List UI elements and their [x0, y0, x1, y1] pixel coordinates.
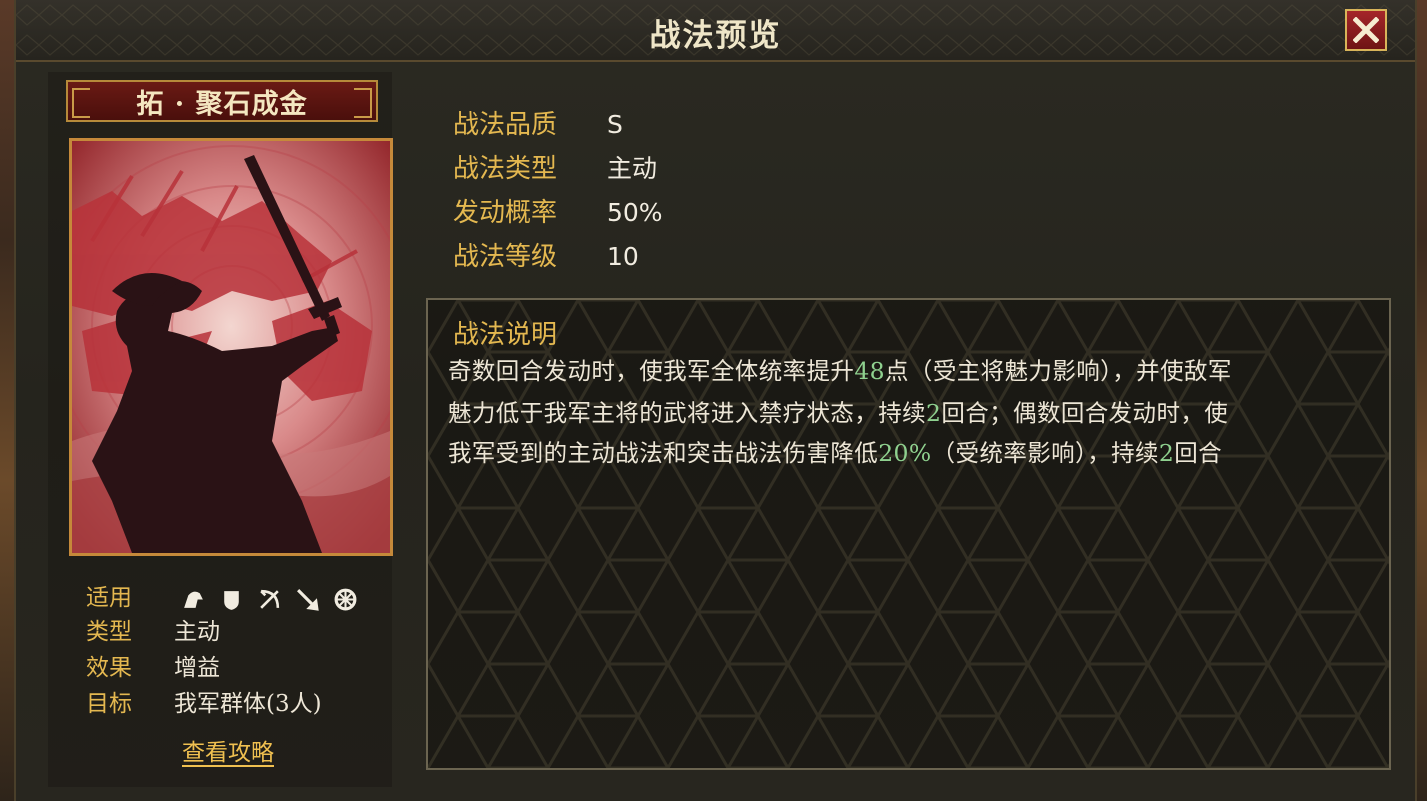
- description-text: 回合；偶数回合发动时，使: [941, 399, 1229, 427]
- skill-preview-dialog: 战法预览 拓 · 聚石成金 适用 类型 主动 效果 增益 目标 我军群体(3人)…: [14, 0, 1417, 801]
- archer-icon: [260, 589, 280, 609]
- dialog-title: 战法预览: [649, 18, 782, 54]
- spear-icon: [297, 588, 320, 611]
- info-row-target: 目标 我军群体(3人): [86, 684, 322, 717]
- description-text: 回合: [1174, 439, 1223, 467]
- description-title: 战法说明: [453, 320, 558, 350]
- stat-value: 10: [607, 242, 639, 271]
- info-row-type: 类型 主动: [86, 612, 220, 645]
- warrior-silhouette-illustration: [72, 141, 390, 553]
- info-value: 增益: [174, 655, 220, 681]
- description-highlight-value: 48: [854, 357, 886, 385]
- stat-row-trigger-rate: 发动概率 50%: [453, 192, 663, 228]
- skill-name-plate: 拓 · 聚石成金: [66, 80, 378, 122]
- stat-key: 发动概率: [453, 198, 558, 228]
- shield-icon: [224, 590, 240, 610]
- description-line: 奇数回合发动时，使我军全体统率提升48点（受主将魅力影响），并使敌军: [448, 352, 1232, 388]
- stat-row-quality: 战法品质 S: [453, 104, 623, 140]
- cavalry-icon: [184, 591, 204, 608]
- description-text: （受统率影响），持续: [931, 439, 1159, 467]
- troop-type-icons: [181, 587, 358, 612]
- description-line: 魅力低于我军主将的武将进入禁疗状态，持续2回合；偶数回合发动时，使: [448, 394, 1228, 430]
- description-text: 魅力低于我军主将的武将进入禁疗状态，持续: [448, 399, 926, 427]
- description-text: 奇数回合发动时，使我军全体统率提升: [448, 357, 855, 385]
- stat-key: 战法品质: [453, 110, 558, 140]
- close-button[interactable]: [1345, 9, 1387, 51]
- siege-icon: [334, 588, 357, 610]
- info-key: 目标: [86, 691, 132, 717]
- description-highlight-value: 2: [1158, 439, 1175, 467]
- info-row-applicable: 适用: [86, 578, 358, 611]
- view-guide-link[interactable]: 查看攻略: [182, 733, 274, 767]
- info-row-effect: 效果 增益: [86, 648, 220, 681]
- info-key: 适用: [86, 585, 132, 611]
- stat-value: S: [607, 110, 623, 139]
- close-icon: [1353, 17, 1379, 43]
- info-value: 主动: [174, 619, 220, 645]
- description-line: 我军受到的主动战法和突击战法伤害降低20%（受统率影响），持续2回合: [448, 434, 1222, 470]
- info-key: 效果: [86, 655, 132, 681]
- title-bar: 战法预览: [16, 0, 1415, 62]
- description-highlight-value: 20%: [878, 439, 932, 467]
- skill-description-box: 战法说明 奇数回合发动时，使我军全体统率提升48点（受主将魅力影响），并使敌军 …: [426, 298, 1391, 770]
- info-key: 类型: [86, 619, 132, 645]
- stat-key: 战法类型: [453, 154, 558, 184]
- description-highlight-value: 2: [926, 399, 942, 427]
- stat-value: 主动: [607, 154, 658, 183]
- stat-value: 50%: [607, 198, 663, 227]
- stat-row-type: 战法类型 主动: [453, 148, 658, 184]
- skill-name: 拓 · 聚石成金: [136, 88, 308, 120]
- stat-row-level: 战法等级 10: [453, 236, 639, 272]
- stat-key: 战法等级: [453, 242, 558, 272]
- skill-card-art: [69, 138, 393, 556]
- description-text: 我军受到的主动战法和突击战法伤害降低: [448, 439, 879, 467]
- info-value: 我军群体(3人): [174, 691, 322, 717]
- description-text: 点（受主将魅力影响），并使敌军: [885, 357, 1232, 385]
